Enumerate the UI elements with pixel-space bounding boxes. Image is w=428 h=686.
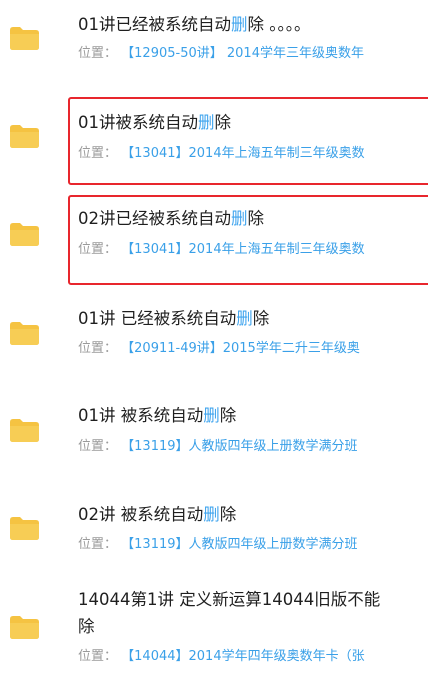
location-link[interactable]: 【13119】人教版四年级上册数学满分班 xyxy=(121,537,357,552)
item-title: 02讲已经被系统自动删除 xyxy=(78,208,264,230)
title-text: 除 xyxy=(214,113,232,132)
title-text: 除 。。。。 xyxy=(247,15,311,34)
title-highlight: 删 xyxy=(231,15,248,34)
title-text: 02讲已经被系统自动 xyxy=(78,209,231,228)
location-label: 位置： xyxy=(78,46,118,61)
list-item[interactable]: 01讲已经被系统自动删除 。。。。 位置： 【12905-50讲】 2014学年… xyxy=(0,0,428,90)
item-location: 位置： 【13041】2014年上海五年制三年级奥数 xyxy=(78,241,365,259)
title-highlight: 删 xyxy=(231,209,248,228)
item-location: 位置： 【13119】人教版四年级上册数学满分班 xyxy=(78,536,358,554)
item-title: 01讲已经被系统自动删除 。。。。 xyxy=(78,14,311,36)
folder-icon xyxy=(10,322,39,345)
location-link[interactable]: 【13041】2014年上海五年制三年级奥数 xyxy=(121,146,364,161)
item-title: 01讲被系统自动删除 xyxy=(78,112,231,134)
item-location: 位置： 【20911-49讲】2015学年二升三年级奥 xyxy=(78,340,360,358)
title-highlight: 删 xyxy=(203,406,220,425)
item-location: 位置： 【14044】2014学年四年级奥数年卡（张 xyxy=(78,648,365,666)
list-item[interactable]: 01讲 已经被系统自动删除 位置： 【20911-49讲】2015学年二升三年级… xyxy=(0,290,428,390)
title-line: 14044第1讲 定义新运算14044旧版不能 xyxy=(78,590,381,609)
title-text: 除 xyxy=(252,309,270,328)
list-item[interactable]: 14044第1讲 定义新运算14044旧版不能 除 位置： 【14044】201… xyxy=(0,580,428,686)
list-item[interactable]: 02讲 被系统自动删除 位置： 【13119】人教版四年级上册数学满分班 xyxy=(0,490,428,580)
title-text: 除 xyxy=(219,406,237,425)
location-link[interactable]: 【20911-49讲】2015学年二升三年级奥 xyxy=(121,341,360,356)
location-link[interactable]: 【13119】人教版四年级上册数学满分班 xyxy=(121,439,357,454)
item-title: 01讲 已经被系统自动删除 xyxy=(78,308,269,330)
highlight-box xyxy=(68,97,428,185)
folder-icon xyxy=(10,27,39,50)
location-label: 位置： xyxy=(78,341,118,356)
title-text: 01讲已经被系统自动 xyxy=(78,15,231,34)
location-link[interactable]: 【13041】2014年上海五年制三年级奥数 xyxy=(121,242,364,257)
search-result-list: 01讲已经被系统自动删除 。。。。 位置： 【12905-50讲】 2014学年… xyxy=(0,0,428,686)
location-link[interactable]: 【12905-50讲】 2014学年三年级奥数年 xyxy=(121,46,364,61)
item-title: 02讲 被系统自动删除 xyxy=(78,504,236,526)
folder-icon xyxy=(10,419,39,442)
title-text: 02讲 被系统自动 xyxy=(78,505,204,524)
title-text: 01讲 已经被系统自动 xyxy=(78,309,237,328)
folder-icon xyxy=(10,223,39,246)
folder-icon xyxy=(10,125,39,148)
location-label: 位置： xyxy=(78,146,118,161)
folder-icon xyxy=(10,616,39,639)
title-text: 01讲被系统自动 xyxy=(78,113,198,132)
location-label: 位置： xyxy=(78,439,118,454)
list-item[interactable]: 01讲被系统自动删除 位置： 【13041】2014年上海五年制三年级奥数 xyxy=(0,90,428,190)
folder-icon xyxy=(10,517,39,540)
title-highlight: 删 xyxy=(236,309,253,328)
item-location: 位置： 【13119】人教版四年级上册数学满分班 xyxy=(78,438,358,456)
location-link[interactable]: 【14044】2014学年四年级奥数年卡（张 xyxy=(121,649,364,664)
item-location: 位置： 【12905-50讲】 2014学年三年级奥数年 xyxy=(78,45,364,63)
item-location: 位置： 【13041】2014年上海五年制三年级奥数 xyxy=(78,145,365,163)
location-label: 位置： xyxy=(78,242,118,257)
title-highlight: 删 xyxy=(198,113,215,132)
title-line: 除 xyxy=(78,617,95,636)
item-title: 14044第1讲 定义新运算14044旧版不能 除 xyxy=(78,586,428,640)
item-title: 01讲 被系统自动删除 xyxy=(78,405,236,427)
title-text: 除 xyxy=(219,505,237,524)
title-text: 除 xyxy=(247,209,265,228)
list-item[interactable]: 01讲 被系统自动删除 位置： 【13119】人教版四年级上册数学满分班 xyxy=(0,390,428,490)
location-label: 位置： xyxy=(78,537,118,552)
list-item[interactable]: 02讲已经被系统自动删除 位置： 【13041】2014年上海五年制三年级奥数 xyxy=(0,190,428,290)
location-label: 位置： xyxy=(78,649,118,664)
title-highlight: 删 xyxy=(203,505,220,524)
title-text: 01讲 被系统自动 xyxy=(78,406,204,425)
